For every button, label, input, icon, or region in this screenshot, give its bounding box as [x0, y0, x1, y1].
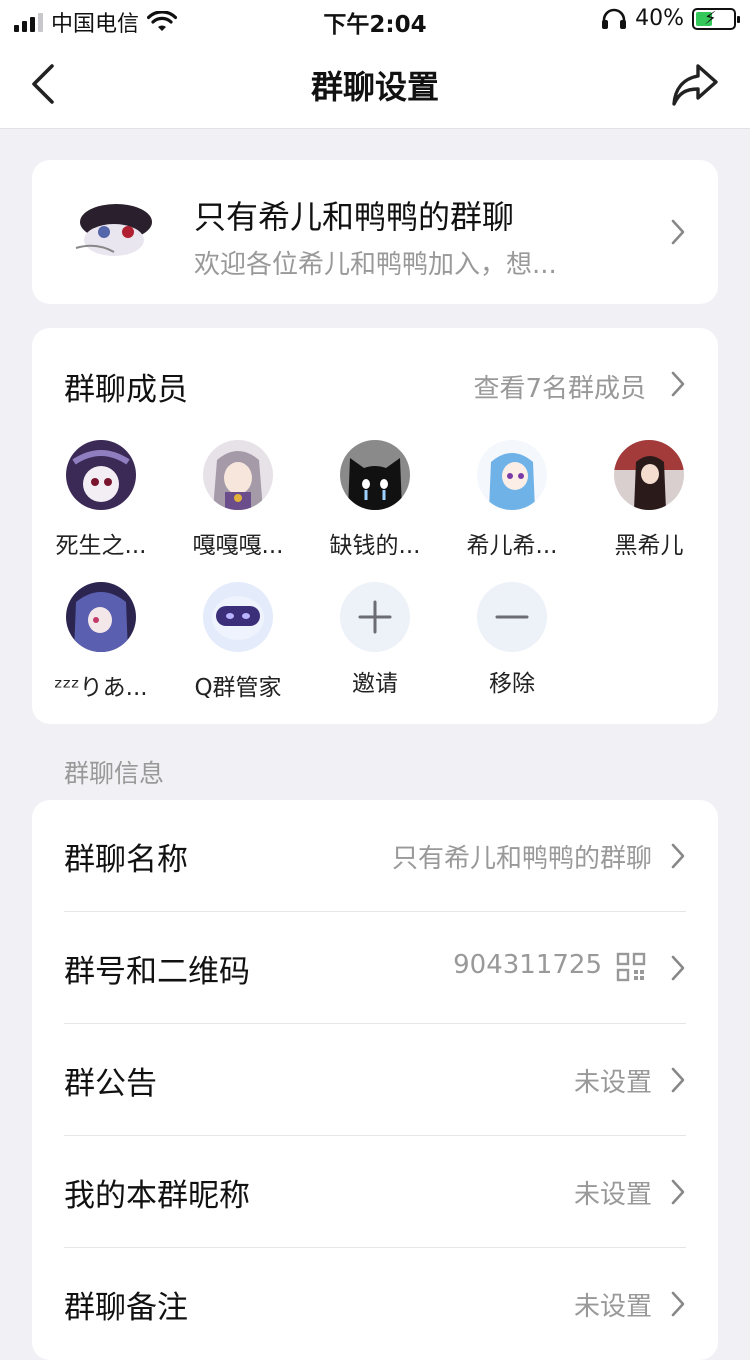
group-description: 欢迎各位希儿和鸭鸭加入，想... — [194, 250, 557, 280]
member-avatar — [203, 440, 273, 510]
view-all-members-link[interactable]: 查看7名群成员 — [473, 368, 646, 405]
member-item[interactable]: Q群管家 — [169, 582, 307, 702]
invite-button[interactable]: 邀请 — [306, 582, 444, 698]
member-item[interactable]: 死生之... — [32, 440, 170, 560]
chevron-right-icon — [671, 955, 685, 981]
row-value: 未设置 — [573, 1180, 652, 1210]
members-title: 群聊成员 — [64, 372, 188, 408]
member-avatar — [340, 440, 410, 510]
member-name: Q群管家 — [194, 675, 282, 701]
invite-label: 邀请 — [352, 671, 398, 697]
row-value: 未设置 — [573, 1292, 652, 1322]
member-item[interactable]: 嘎嘎嘎... — [169, 440, 307, 560]
row-group-remark[interactable]: 群聊备注 未设置 — [32, 1248, 718, 1360]
row-value: 只有希儿和鸭鸭的群聊 — [391, 844, 652, 874]
status-bar: 中国电信 下午2:04 40% ⚡ — [0, 0, 750, 40]
row-value: 未设置 — [573, 1068, 652, 1098]
chevron-right-icon — [671, 1291, 685, 1317]
member-name: 黑希儿 — [614, 533, 684, 559]
headphones-icon — [602, 8, 627, 29]
section-label: 群聊信息 — [64, 759, 165, 788]
member-name: 缺钱的... — [329, 533, 421, 559]
member-item[interactable]: 希儿希... — [443, 440, 581, 560]
member-name: 嘎嘎嘎... — [192, 533, 284, 559]
share-icon[interactable] — [670, 62, 720, 108]
battery-icon: ⚡ — [692, 7, 740, 30]
row-label: 群聊名称 — [64, 842, 188, 878]
page-title: 群聊设置 — [310, 68, 439, 106]
row-label: 我的本群昵称 — [64, 1178, 250, 1214]
row-my-nickname[interactable]: 我的本群昵称 未设置 — [32, 1136, 718, 1248]
row-label: 群公告 — [64, 1066, 157, 1102]
group-avatar — [66, 192, 162, 272]
row-group-name[interactable]: 群聊名称 只有希儿和鸭鸭的群聊 — [32, 800, 718, 912]
member-avatar — [66, 440, 136, 510]
row-value: 904311725 — [453, 950, 602, 980]
chevron-right-icon — [671, 843, 685, 869]
chevron-right-icon — [671, 1179, 685, 1205]
chevron-right-icon — [671, 1067, 685, 1093]
minus-icon — [495, 615, 529, 619]
row-label: 群号和二维码 — [64, 954, 250, 990]
member-avatar — [203, 582, 273, 652]
remove-label: 移除 — [489, 671, 535, 697]
row-group-id-qrcode[interactable]: 群号和二维码 904311725 — [32, 912, 718, 1024]
group-name: 只有希儿和鸭鸭的群聊 — [194, 198, 515, 236]
chevron-right-icon[interactable] — [670, 370, 686, 398]
member-item[interactable]: 黑希儿 — [580, 440, 718, 560]
nav-bar: 群聊设置 — [0, 40, 750, 129]
row-label: 群聊备注 — [64, 1290, 188, 1326]
member-avatar — [477, 440, 547, 510]
remove-button[interactable]: 移除 — [443, 582, 581, 698]
chevron-right-icon — [671, 219, 685, 245]
member-name: 死生之... — [55, 533, 147, 559]
plus-icon — [358, 600, 392, 634]
member-name: ᶻᶻᶻりあ... — [54, 675, 148, 701]
member-item[interactable]: 缺钱的... — [306, 440, 444, 560]
members-card: 群聊成员 查看7名群成员 死生之... 嘎嘎嘎... 缺钱的... 希儿希...… — [32, 328, 718, 724]
member-name: 希儿希... — [466, 533, 558, 559]
group-profile-card[interactable]: 只有希儿和鸭鸭的群聊 欢迎各位希儿和鸭鸭加入，想... — [32, 160, 718, 304]
group-info-card: 群聊名称 只有希儿和鸭鸭的群聊 群号和二维码 904311725 群公告 未设置… — [32, 800, 718, 1360]
member-avatar — [614, 440, 684, 510]
row-announcement[interactable]: 群公告 未设置 — [32, 1024, 718, 1136]
member-item[interactable]: ᶻᶻᶻりあ... — [32, 582, 170, 702]
member-avatar — [66, 582, 136, 652]
qr-code-icon — [616, 952, 646, 982]
battery-percent: 40% — [635, 6, 684, 31]
